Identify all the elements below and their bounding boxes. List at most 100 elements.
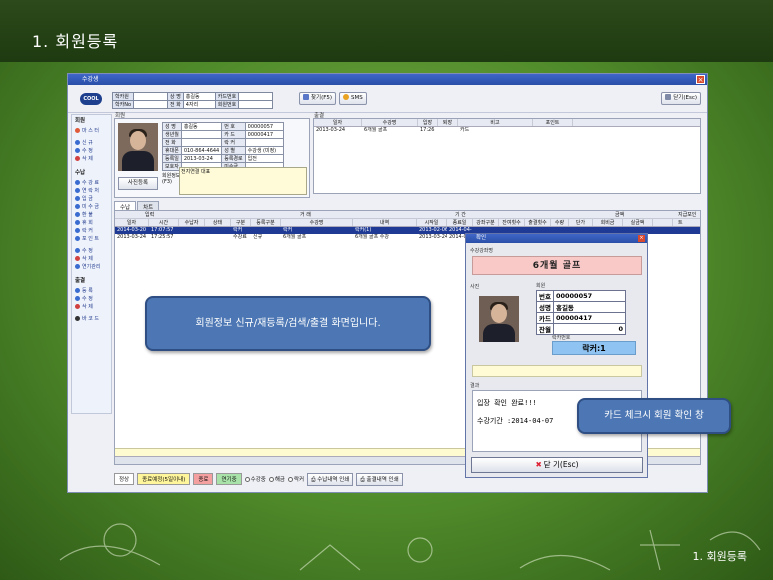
filter-radio-course[interactable]: 수강중 bbox=[244, 475, 266, 483]
sidebar-item[interactable]: 마 스 터 bbox=[72, 127, 111, 135]
result-label: 결과 bbox=[470, 383, 480, 389]
photo-register-button[interactable]: 사진등록 bbox=[118, 177, 158, 190]
toolbar: COOL 학카원 상 명 홍길동 카드번호 학카No 전 화 4자리 회원번호 … bbox=[68, 85, 707, 113]
course-label: 수강강좌명 bbox=[470, 248, 494, 254]
sidebar-item[interactable]: 수 강 료 bbox=[72, 179, 111, 187]
sidebar-item[interactable]: 삭 제 bbox=[72, 303, 111, 311]
sidebar-item[interactable]: 입 금 bbox=[72, 195, 111, 203]
member-panel: 사진등록 성 명 홍길동 번 호 00000057 생년월 카 드 00000417 전 … bbox=[114, 118, 310, 198]
sidebar-item[interactable]: 포 인 트 bbox=[72, 235, 111, 243]
sidebar-item[interactable]: 등 록 bbox=[72, 287, 111, 295]
member-confirm-dialog: 확인 × 수강강좌명 6개월 골프 사진 회원 번호 00000057 성명 홍길동… bbox=[465, 233, 648, 478]
barcode-icon bbox=[75, 316, 80, 321]
attendance-grid-header: 일자 수강명 입장 퇴장 비고 포인트 bbox=[314, 119, 700, 127]
sms-icon bbox=[343, 94, 349, 100]
sidebar-item[interactable]: 환 불 bbox=[72, 211, 111, 219]
memo-label: 회원정보 (F3) bbox=[162, 173, 181, 185]
dialog-close-button[interactable]: ✖ 닫 기(Esc) bbox=[471, 457, 643, 473]
search-label: 학카No bbox=[112, 100, 134, 109]
sidebar-head-member: 회원 bbox=[75, 118, 86, 124]
deposit-icon bbox=[75, 196, 80, 201]
sidebar-item[interactable]: 수 정 bbox=[72, 147, 111, 155]
sidebar-head-attendance: 출결 bbox=[75, 278, 86, 284]
dialog-close-icon[interactable]: × bbox=[638, 235, 645, 242]
sidebar-head-payment: 수납 bbox=[75, 170, 86, 176]
cool-logo: COOL bbox=[80, 93, 102, 105]
edit-icon bbox=[75, 296, 80, 301]
payment-grid-group-header: 입력 거 래 기 간 금액 지급포인트 bbox=[115, 211, 700, 226]
callout-main-screen: 회원정보 신규/재등록/검색/출결 화면입니다. bbox=[145, 296, 431, 351]
card-input[interactable] bbox=[238, 92, 274, 101]
legend-expiring: 종료예정(5일이내) bbox=[137, 473, 191, 485]
close-icon: ✖ bbox=[535, 460, 542, 469]
sidebar-item[interactable]: 연기관리 bbox=[72, 263, 111, 271]
find-button[interactable]: 찾기(F5) bbox=[299, 92, 337, 105]
window-close-button[interactable]: × bbox=[696, 75, 705, 84]
legend-normal: 정상 bbox=[114, 473, 135, 485]
chalk-doodles bbox=[59, 523, 761, 571]
search-label: 상 명 bbox=[167, 92, 184, 101]
print-attendance-button[interactable]: ⎙ 출결내역 인쇄 bbox=[356, 472, 403, 486]
filter-radio-unlock[interactable]: 해금 bbox=[268, 475, 285, 483]
course-name: 6개월 골프 bbox=[472, 256, 642, 275]
attendance-grid: 일자 수강명 입장 퇴장 비고 포인트 2013-03-24 6개월 골프 17… bbox=[313, 118, 701, 194]
print-payment-button[interactable]: ⎙ 수납내역 인쇄 bbox=[307, 472, 354, 486]
search-form: 학카원 상 명 홍길동 카드번호 학카No 전 화 4자리 회원번호 bbox=[112, 92, 274, 109]
slide-title: 1. 회원등록 bbox=[32, 32, 119, 51]
sidebar-item[interactable]: 바 코 드 bbox=[72, 315, 111, 323]
pause-icon bbox=[75, 220, 80, 225]
delay-icon bbox=[75, 264, 80, 269]
find-icon bbox=[303, 94, 309, 100]
name-input[interactable]: 홍길동 bbox=[182, 92, 216, 101]
locker-label: 락카번호 bbox=[552, 335, 571, 341]
dialog-member-info: 번호 00000057 성명 홍길동 카드 00000417 잔월 0 bbox=[536, 290, 626, 335]
search-label: 전 화 bbox=[167, 100, 184, 109]
sidebar-item[interactable]: 연 락 처 bbox=[72, 187, 111, 195]
master-icon bbox=[75, 128, 80, 133]
member-label: 회원 bbox=[536, 283, 546, 289]
app-title: 수강생 bbox=[82, 76, 99, 83]
phone-input[interactable]: 4자리 bbox=[182, 100, 216, 109]
member-info-table: 성 명 홍길동 번 호 00000057 생년월 카 드 00000417 전 화락 커 … bbox=[162, 122, 284, 171]
sidebar-item[interactable]: 미 수 금 bbox=[72, 203, 111, 211]
edit-icon bbox=[75, 148, 80, 153]
dialog-titlebar: 확인 × bbox=[466, 234, 647, 243]
filter-radio-locker[interactable]: 락커 bbox=[287, 475, 304, 483]
search-label: 카드번호 bbox=[214, 92, 240, 101]
sidebar-item[interactable]: 신 규 bbox=[72, 139, 111, 147]
sidebar-item[interactable]: 삭 제 bbox=[72, 155, 111, 163]
legend-ended: 종료 bbox=[193, 473, 214, 485]
point-icon bbox=[75, 236, 80, 241]
edit-icon bbox=[75, 248, 80, 253]
search-label: 회원번호 bbox=[214, 100, 240, 109]
dialog-member-photo bbox=[479, 296, 519, 342]
app-titlebar: 수강생 × bbox=[68, 74, 707, 85]
locker-icon bbox=[75, 228, 80, 233]
table-row[interactable]: 2013-03-24 6개월 골프 17:26 카드 bbox=[314, 127, 700, 134]
printer-icon: ⎙ bbox=[360, 476, 365, 483]
status-legend-bar: 정상 종료예정(5일이내) 종료 연기중 수강중 해금 락커 ⎙ 수납내역 인쇄… bbox=[114, 472, 403, 486]
sidebar-item[interactable]: 락 커 bbox=[72, 227, 111, 235]
locker-number: 락커:1 bbox=[552, 341, 636, 355]
delete-icon bbox=[75, 304, 80, 309]
footer-label: 1. 회원등록 bbox=[692, 550, 747, 563]
refund-icon bbox=[75, 212, 80, 217]
sidebar: 회원 마 스 터 신 규 수 정 삭 제 수납 수 강 료 연 락 처 입 금 … bbox=[71, 114, 112, 414]
sms-button[interactable]: SMS bbox=[339, 92, 367, 105]
delete-icon bbox=[75, 156, 80, 161]
unpaid-icon bbox=[75, 204, 80, 209]
printer-icon: ⎙ bbox=[311, 476, 316, 483]
memo-field[interactable]: 전지연결 대표 bbox=[179, 167, 307, 195]
sidebar-item[interactable]: 삭 제 bbox=[72, 255, 111, 263]
callout-card-check: 카드 체크시 회원 확인 창 bbox=[577, 398, 731, 434]
search-input[interactable] bbox=[133, 92, 168, 101]
door-icon bbox=[665, 94, 672, 100]
locker-no-input[interactable] bbox=[133, 100, 168, 109]
sidebar-item[interactable]: 수 정 bbox=[72, 247, 111, 255]
close-button[interactable]: 닫기(Esc) bbox=[661, 92, 701, 105]
sidebar-item[interactable]: 휴 회 bbox=[72, 219, 111, 227]
contact-icon bbox=[75, 188, 80, 193]
member-no-input[interactable] bbox=[238, 100, 274, 109]
legend-delayed: 연기중 bbox=[216, 473, 242, 485]
sidebar-item[interactable]: 수 정 bbox=[72, 295, 111, 303]
